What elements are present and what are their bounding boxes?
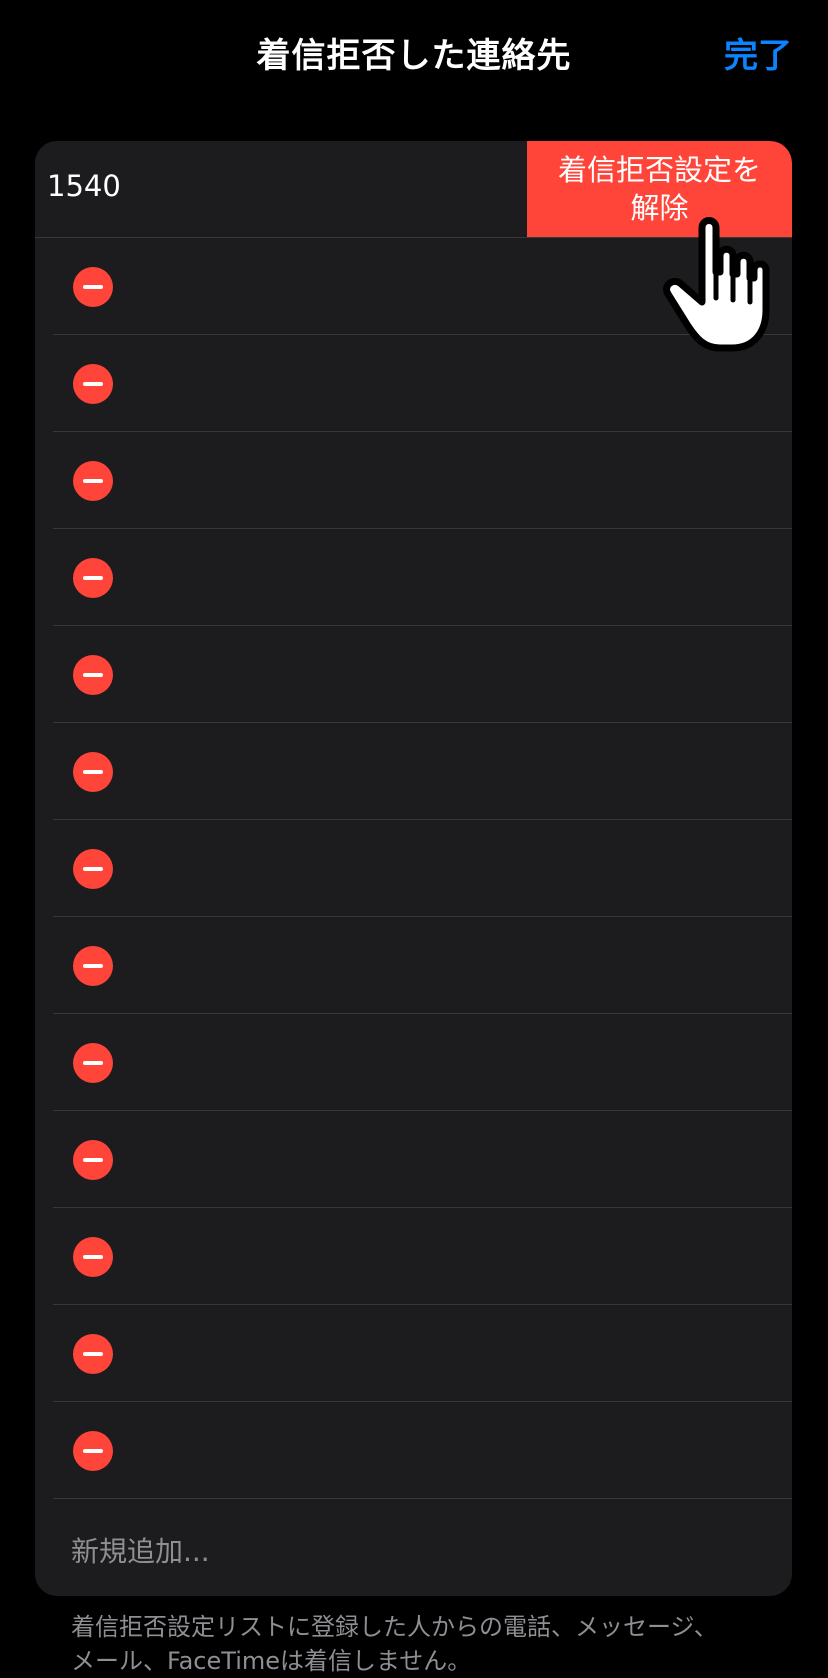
unblock-label-line1: 着信拒否設定を [557,153,761,187]
minus-circle-icon[interactable] [73,752,113,792]
minus-circle-icon[interactable] [73,849,113,889]
row-divider [53,1498,792,1499]
blocked-entry-row[interactable] [35,1305,792,1402]
blocked-entry-row[interactable] [35,723,792,820]
blocked-entry-row[interactable] [35,1014,792,1111]
footer-note-line2: メール、FaceTimeは着信しません。 [71,1647,472,1675]
minus-circle-icon[interactable] [73,1043,113,1083]
blocked-entry-row[interactable] [35,1208,792,1305]
minus-circle-icon[interactable] [73,946,113,986]
minus-circle-icon[interactable] [73,1431,113,1471]
blocked-entry-row[interactable] [35,529,792,626]
navigation-bar: 着信拒否した連絡先 完了 [0,0,828,110]
pointing-hand-icon [663,217,770,352]
minus-circle-icon[interactable] [73,558,113,598]
minus-circle-icon[interactable] [73,1140,113,1180]
blocked-entry-row[interactable] [35,1402,792,1499]
blocked-entry-row[interactable] [35,432,792,529]
minus-circle-icon[interactable] [73,655,113,695]
page-title: 着信拒否した連絡先 [256,36,572,76]
footer-note-line1: 着信拒否設定リストに登録した人からの電話、メッセージ、 [71,1613,718,1641]
blocked-entry-row[interactable] [35,917,792,1014]
footer-note: 着信拒否設定リストに登録した人からの電話、メッセージ、 メール、FaceTime… [71,1610,771,1678]
blocked-entry-row[interactable] [35,626,792,723]
blocked-entry-row[interactable] [35,820,792,917]
blocked-number: 1540 [47,169,121,203]
minus-circle-icon[interactable] [73,267,113,307]
minus-circle-icon[interactable] [73,1334,113,1374]
done-button[interactable]: 完了 [724,28,792,77]
add-new-button[interactable]: 新規追加... [71,1530,210,1570]
minus-circle-icon[interactable] [73,1237,113,1277]
minus-circle-icon[interactable] [73,364,113,404]
blocked-entry-row[interactable] [35,1111,792,1208]
minus-circle-icon[interactable] [73,461,113,501]
